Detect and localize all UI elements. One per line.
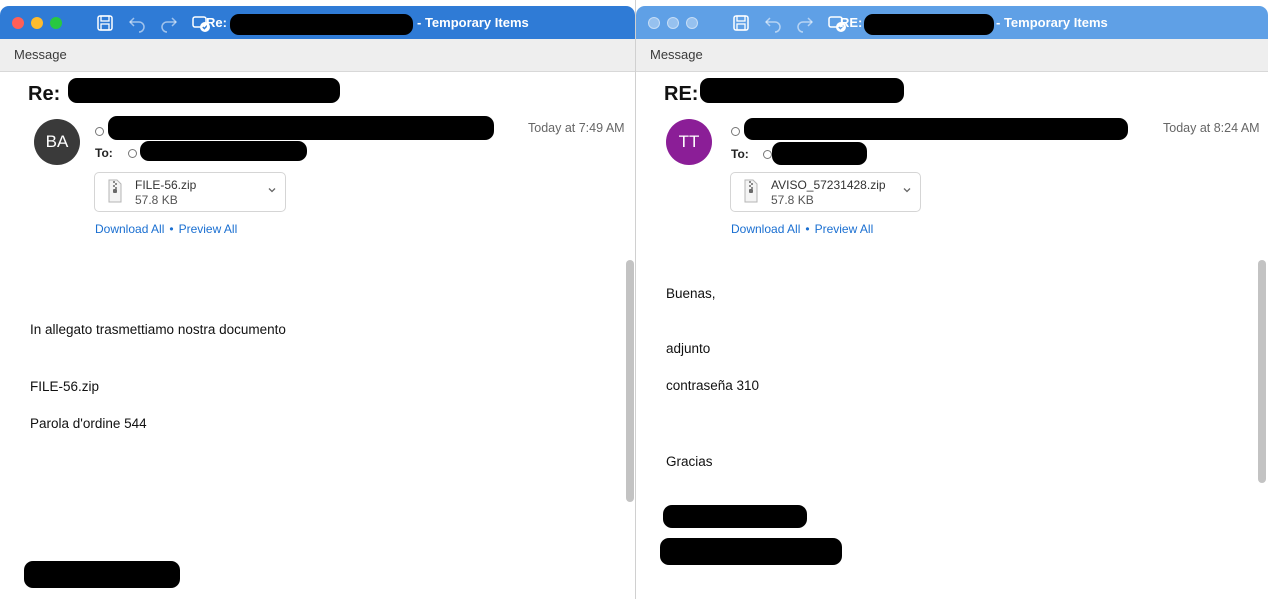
window-title-suffix: - Temporary Items bbox=[996, 15, 1108, 30]
to-label: To: bbox=[731, 147, 749, 161]
body-line: Parola d'ordine 544 bbox=[30, 416, 147, 431]
redacted-recipient bbox=[140, 141, 307, 161]
minimize-window-button[interactable] bbox=[667, 17, 679, 29]
attachment-size: 57.8 KB bbox=[135, 193, 178, 207]
save-icon[interactable] bbox=[731, 13, 751, 33]
preview-all-link[interactable]: Preview All bbox=[815, 222, 874, 236]
redacted-signature bbox=[660, 538, 842, 565]
chevron-down-icon[interactable] bbox=[902, 185, 912, 195]
body-line: contraseña 310 bbox=[666, 378, 760, 393]
undo-icon[interactable] bbox=[127, 13, 147, 33]
window-title-prefix: Re: bbox=[206, 15, 227, 30]
message-subject: RE: bbox=[664, 83, 699, 105]
save-icon[interactable] bbox=[95, 13, 115, 33]
message-subject: Re: bbox=[28, 83, 61, 105]
zip-file-icon bbox=[744, 179, 758, 203]
body-line: Gracias bbox=[666, 454, 713, 469]
redacted-recipient bbox=[772, 142, 867, 165]
recipient-status-icon bbox=[128, 149, 137, 158]
ribbon-bar: Message bbox=[636, 39, 1268, 72]
body-line: In allegato trasmettiamo nostra document… bbox=[30, 322, 286, 337]
body-line: adjunto bbox=[666, 341, 711, 356]
sender-avatar[interactable]: TT bbox=[666, 119, 712, 165]
body-line: FILE-56.zip bbox=[30, 379, 100, 394]
redacted-subject bbox=[700, 78, 904, 103]
window-controls bbox=[12, 17, 62, 29]
window-title-suffix: - Temporary Items bbox=[417, 15, 529, 30]
attachment-card[interactable]: FILE-56.zip 57.8 KB bbox=[94, 172, 286, 212]
sender-status-icon bbox=[95, 127, 104, 136]
close-window-button[interactable] bbox=[12, 17, 24, 29]
redacted-subject bbox=[864, 14, 994, 35]
attachment-name: FILE-56.zip bbox=[135, 178, 197, 192]
redacted-sender bbox=[744, 118, 1128, 140]
title-bar: RE: - Temporary Items bbox=[636, 6, 1268, 39]
email-window-right: RE: - Temporary Items Message RE: TT To:… bbox=[636, 0, 1268, 599]
recipient-status-icon bbox=[763, 150, 772, 159]
link-separator: • bbox=[805, 222, 810, 236]
zoom-window-button[interactable] bbox=[686, 17, 698, 29]
tab-message[interactable]: Message bbox=[14, 47, 67, 62]
email-window-left: Re: - Temporary Items Message Re: BA To:… bbox=[0, 0, 636, 599]
message-date: Today at 7:49 AM bbox=[528, 121, 625, 135]
window-controls bbox=[648, 17, 698, 29]
sender-avatar[interactable]: BA bbox=[34, 119, 80, 165]
close-window-button[interactable] bbox=[648, 17, 660, 29]
tab-message[interactable]: Message bbox=[650, 47, 703, 62]
scrollbar-thumb[interactable] bbox=[626, 260, 634, 502]
link-separator: • bbox=[169, 222, 174, 236]
title-bar: Re: - Temporary Items bbox=[0, 6, 635, 39]
download-all-link[interactable]: Download All bbox=[95, 222, 164, 236]
zip-file-icon bbox=[108, 179, 122, 203]
redacted-subject bbox=[230, 14, 413, 35]
redacted-subject bbox=[68, 78, 340, 103]
chevron-down-icon[interactable] bbox=[267, 185, 277, 195]
redacted-signature bbox=[24, 561, 180, 588]
attachment-size: 57.8 KB bbox=[771, 193, 814, 207]
scrollbar-thumb[interactable] bbox=[1258, 260, 1266, 483]
to-label: To: bbox=[95, 146, 113, 160]
redo-icon[interactable] bbox=[159, 13, 179, 33]
preview-all-link[interactable]: Preview All bbox=[179, 222, 238, 236]
ribbon-bar: Message bbox=[0, 39, 635, 72]
redacted-sender bbox=[108, 116, 494, 140]
redacted-signature bbox=[663, 505, 807, 528]
message-date: Today at 8:24 AM bbox=[1163, 121, 1260, 135]
redo-icon[interactable] bbox=[795, 13, 815, 33]
sender-status-icon bbox=[731, 127, 740, 136]
undo-icon[interactable] bbox=[763, 13, 783, 33]
zoom-window-button[interactable] bbox=[50, 17, 62, 29]
attachment-card[interactable]: AVISO_57231428.zip 57.8 KB bbox=[730, 172, 921, 212]
body-line: Buenas, bbox=[666, 286, 716, 301]
minimize-window-button[interactable] bbox=[31, 17, 43, 29]
window-title-prefix: RE: bbox=[840, 15, 863, 30]
download-all-link[interactable]: Download All bbox=[731, 222, 800, 236]
attachment-name: AVISO_57231428.zip bbox=[771, 178, 886, 192]
